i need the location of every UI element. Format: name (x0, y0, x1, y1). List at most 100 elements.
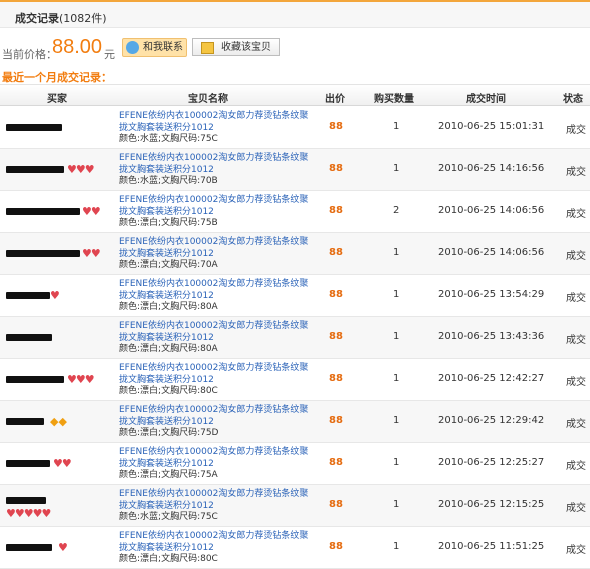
col-qty: 购买数量 (374, 94, 414, 105)
col-time: 成交时间 (466, 94, 506, 105)
buyer-name-redacted (6, 544, 52, 551)
bid-price: 88 (329, 247, 343, 258)
item-link[interactable]: EFENE依纷内衣100002淘女郎力荐烫钻条纹聚拢文胸套装送积分1012 (119, 489, 309, 512)
item-attributes: 颜色:水蓝;文胸尺码:70B (119, 176, 218, 186)
deal-status: 成交 (566, 503, 586, 514)
item-link[interactable]: EFENE依纷内衣100002淘女郎力荐烫钻条纹聚拢文胸套装送积分1012 (119, 111, 309, 134)
quantity: 1 (393, 499, 400, 510)
table-row: ♥♥ EFENE依纷内衣100002淘女郎力荐烫钻条纹聚拢文胸套装送积分1012… (0, 191, 590, 233)
item-link[interactable]: EFENE依纷内衣100002淘女郎力荐烫钻条纹聚拢文胸套装送积分1012 (119, 447, 309, 470)
credit-heart-icon: ♥♥♥ (67, 373, 95, 386)
item-link[interactable]: EFENE依纷内衣100002淘女郎力荐烫钻条纹聚拢文胸套装送积分1012 (119, 531, 309, 554)
bid-price: 88 (329, 541, 343, 552)
bid-price: 88 (329, 205, 343, 216)
table-row: ♥ EFENE依纷内衣100002淘女郎力荐烫钻条纹聚拢文胸套装送积分1012 … (0, 527, 590, 569)
buyer-name-redacted (6, 376, 64, 383)
quantity: 1 (393, 247, 400, 258)
quantity: 1 (393, 331, 400, 342)
credit-heart-icon: ♥♥ (82, 247, 101, 260)
section-header: 成交记录(1082件) (0, 0, 590, 28)
deal-status: 成交 (566, 293, 586, 304)
section-title-text: 成交记录 (15, 12, 59, 25)
deal-status: 成交 (566, 461, 586, 472)
item-link[interactable]: EFENE依纷内衣100002淘女郎力荐烫钻条纹聚拢文胸套装送积分1012 (119, 405, 309, 428)
table-row: ♥ EFENE依纷内衣100002淘女郎力荐烫钻条纹聚拢文胸套装送积分1012 … (0, 275, 590, 317)
contact-seller-button[interactable]: 和我联系 (122, 38, 187, 57)
price-value: 88.00 (52, 36, 103, 58)
item-attributes: 颜色:漂白;文胸尺码:80C (119, 554, 218, 564)
credit-heart-icon: ♥♥ (53, 457, 72, 470)
buyer-name-redacted (6, 250, 80, 257)
deal-time: 2010-06-25 14:16:56 (438, 163, 545, 174)
item-cell: EFENE依纷内衣100002淘女郎力荐烫钻条纹聚拢文胸套装送积分1012 颜色… (119, 489, 309, 524)
table-row: ♥♥♥♥♥ EFENE依纷内衣100002淘女郎力荐烫钻条纹聚拢文胸套装送积分1… (0, 485, 590, 527)
item-cell: EFENE依纷内衣100002淘女郎力荐烫钻条纹聚拢文胸套装送积分1012 颜色… (119, 279, 309, 314)
item-link[interactable]: EFENE依纷内衣100002淘女郎力荐烫钻条纹聚拢文胸套装送积分1012 (119, 195, 309, 218)
item-attributes: 颜色:漂白;文胸尺码:80A (119, 344, 218, 354)
item-attributes: 颜色:漂白;文胸尺码:70A (119, 260, 218, 270)
deal-time: 2010-06-25 12:15:25 (438, 499, 545, 510)
deal-time: 2010-06-25 13:54:29 (438, 289, 545, 300)
item-link[interactable]: EFENE依纷内衣100002淘女郎力荐烫钻条纹聚拢文胸套装送积分1012 (119, 279, 309, 302)
deal-time: 2010-06-25 11:51:25 (438, 541, 545, 552)
item-link[interactable]: EFENE依纷内衣100002淘女郎力荐烫钻条纹聚拢文胸套装送积分1012 (119, 237, 309, 260)
deal-time: 2010-06-25 12:29:42 (438, 415, 545, 426)
buyer-name-redacted (6, 166, 64, 173)
table-header: 买家 宝贝名称 出价 购买数量 成交时间 状态 (0, 84, 590, 106)
item-attributes: 颜色:水蓝;文胸尺码:75C (119, 134, 218, 144)
buyer-name-redacted (6, 460, 50, 467)
deal-status: 成交 (566, 335, 586, 346)
item-cell: EFENE依纷内衣100002淘女郎力荐烫钻条纹聚拢文胸套装送积分1012 颜色… (119, 321, 309, 356)
quantity: 1 (393, 121, 400, 132)
item-link[interactable]: EFENE依纷内衣100002淘女郎力荐烫钻条纹聚拢文胸套装送积分1012 (119, 363, 309, 386)
buyer-name-redacted (6, 497, 46, 504)
deal-time: 2010-06-25 13:43:36 (438, 331, 545, 342)
deal-time: 2010-06-25 15:01:31 (438, 121, 545, 132)
bid-price: 88 (329, 373, 343, 384)
deal-time: 2010-06-25 12:25:27 (438, 457, 545, 468)
item-link[interactable]: EFENE依纷内衣100002淘女郎力荐烫钻条纹聚拢文胸套装送积分1012 (119, 321, 309, 344)
price-label: 当前价格： (2, 48, 57, 61)
table-row: EFENE依纷内衣100002淘女郎力荐烫钻条纹聚拢文胸套装送积分1012 颜色… (0, 107, 590, 149)
col-item: 宝贝名称 (188, 94, 228, 105)
item-cell: EFENE依纷内衣100002淘女郎力荐烫钻条纹聚拢文胸套装送积分1012 颜色… (119, 111, 309, 146)
quantity: 1 (393, 541, 400, 552)
record-count: (1082件) (59, 12, 107, 25)
recent-records-title: 最近一个月成交记录： (2, 71, 112, 84)
item-cell: EFENE依纷内衣100002淘女郎力荐烫钻条纹聚拢文胸套装送积分1012 颜色… (119, 447, 309, 482)
quantity: 1 (393, 415, 400, 426)
deal-status: 成交 (566, 125, 586, 136)
deal-status: 成交 (566, 419, 586, 430)
deal-status: 成交 (566, 545, 586, 556)
deal-time: 2010-06-25 14:06:56 (438, 247, 545, 258)
credit-heart-icon: ♥ (50, 289, 60, 302)
col-price: 出价 (325, 94, 345, 105)
credit-heart-icon: ♥♥♥ (67, 163, 95, 176)
item-cell: EFENE依纷内衣100002淘女郎力荐烫钻条纹聚拢文胸套装送积分1012 颜色… (119, 405, 309, 440)
item-cell: EFENE依纷内衣100002淘女郎力荐烫钻条纹聚拢文胸套装送积分1012 颜色… (119, 363, 309, 398)
chat-icon (126, 41, 139, 54)
contact-seller-label: 和我联系 (143, 42, 183, 53)
folder-icon (201, 42, 214, 54)
table-row: ♥♥♥ EFENE依纷内衣100002淘女郎力荐烫钻条纹聚拢文胸套装送积分101… (0, 149, 590, 191)
item-cell: EFENE依纷内衣100002淘女郎力荐烫钻条纹聚拢文胸套装送积分1012 颜色… (119, 237, 309, 272)
bid-price: 88 (329, 163, 343, 174)
bid-price: 88 (329, 457, 343, 468)
col-buyer: 买家 (47, 94, 67, 105)
deal-status: 成交 (566, 209, 586, 220)
table-row: ◆◆ EFENE依纷内衣100002淘女郎力荐烫钻条纹聚拢文胸套装送积分1012… (0, 401, 590, 443)
records-table: EFENE依纷内衣100002淘女郎力荐烫钻条纹聚拢文胸套装送积分1012 颜色… (0, 107, 590, 569)
table-row: ♥♥ EFENE依纷内衣100002淘女郎力荐烫钻条纹聚拢文胸套装送积分1012… (0, 443, 590, 485)
deal-time: 2010-06-25 12:42:27 (438, 373, 545, 384)
buyer-name-redacted (6, 292, 50, 299)
table-row: ♥♥ EFENE依纷内衣100002淘女郎力荐烫钻条纹聚拢文胸套装送积分1012… (0, 233, 590, 275)
item-cell: EFENE依纷内衣100002淘女郎力荐烫钻条纹聚拢文胸套装送积分1012 颜色… (119, 195, 309, 230)
buyer-name-redacted (6, 334, 52, 341)
col-status: 状态 (563, 94, 583, 105)
buyer-name-redacted (6, 418, 44, 425)
quantity: 1 (393, 457, 400, 468)
item-attributes: 颜色:漂白;文胸尺码:80C (119, 386, 218, 396)
favorite-item-button[interactable]: 收藏该宝贝 (192, 38, 280, 56)
price-row: 当前价格： 88.00 元 和我联系 收藏该宝贝 (0, 33, 590, 63)
item-link[interactable]: EFENE依纷内衣100002淘女郎力荐烫钻条纹聚拢文胸套装送积分1012 (119, 153, 309, 176)
